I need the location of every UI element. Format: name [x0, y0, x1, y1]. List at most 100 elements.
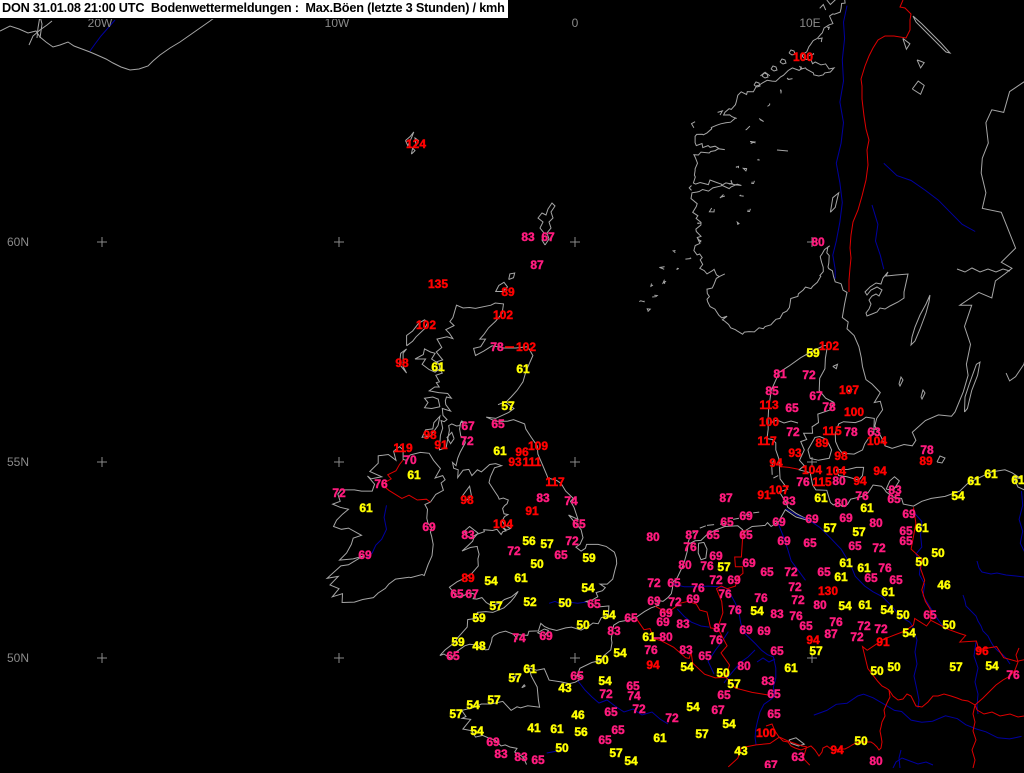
svg-text:87: 87 [719, 491, 733, 505]
svg-text:65: 65 [604, 705, 618, 719]
svg-text:94: 94 [853, 474, 867, 488]
svg-text:85: 85 [765, 384, 779, 398]
svg-text:96: 96 [975, 644, 989, 658]
svg-text:63: 63 [791, 750, 805, 764]
svg-text:72: 72 [565, 534, 579, 548]
svg-text:54: 54 [613, 646, 627, 660]
svg-text:72: 72 [599, 687, 613, 701]
svg-text:65: 65 [767, 707, 781, 721]
svg-text:50: 50 [558, 596, 572, 610]
svg-text:91: 91 [525, 504, 539, 518]
svg-text:67: 67 [541, 230, 555, 244]
svg-text:69: 69 [739, 509, 753, 523]
svg-text:76: 76 [644, 643, 658, 657]
svg-text:69: 69 [739, 623, 753, 637]
svg-text:57: 57 [717, 560, 731, 574]
svg-text:65: 65 [667, 576, 681, 590]
svg-text:57: 57 [949, 660, 963, 674]
svg-text:54: 54 [470, 724, 484, 738]
svg-text:67: 67 [711, 703, 725, 717]
svg-text:98: 98 [834, 449, 848, 463]
svg-text:48: 48 [472, 639, 486, 653]
svg-text:61: 61 [967, 474, 981, 488]
svg-text:54: 54 [722, 717, 736, 731]
svg-text:69: 69 [757, 624, 771, 638]
svg-text:87: 87 [824, 627, 838, 641]
svg-text:57: 57 [695, 727, 709, 741]
svg-text:69: 69 [358, 548, 372, 562]
svg-text:100: 100 [844, 405, 864, 419]
svg-text:102: 102 [516, 340, 536, 354]
svg-text:80: 80 [869, 516, 883, 530]
svg-text:56: 56 [522, 534, 536, 548]
svg-text:61: 61 [407, 468, 421, 482]
svg-text:69: 69 [805, 512, 819, 526]
svg-text:57: 57 [487, 693, 501, 707]
svg-text:83: 83 [770, 607, 784, 621]
svg-text:61: 61 [814, 491, 828, 505]
svg-text:65: 65 [817, 565, 831, 579]
svg-text:65: 65 [760, 565, 774, 579]
svg-text:83: 83 [521, 230, 535, 244]
svg-text:50: 50 [931, 546, 945, 560]
svg-text:76: 76 [700, 559, 714, 573]
svg-text:65: 65 [698, 649, 712, 663]
svg-text:65: 65 [887, 492, 901, 506]
svg-text:72: 72 [784, 565, 798, 579]
svg-text:72: 72 [874, 622, 888, 636]
svg-text:72: 72 [709, 573, 723, 587]
svg-text:57: 57 [823, 521, 837, 535]
svg-text:46: 46 [937, 578, 951, 592]
svg-text:94: 94 [769, 456, 783, 470]
svg-text:65: 65 [923, 608, 937, 622]
svg-text:109: 109 [528, 439, 548, 453]
svg-text:100: 100 [793, 50, 813, 64]
svg-text:65: 65 [572, 517, 586, 531]
svg-text:61: 61 [860, 501, 874, 515]
svg-text:100: 100 [759, 415, 779, 429]
svg-text:50: 50 [595, 653, 609, 667]
svg-text:65: 65 [799, 619, 813, 633]
svg-text:46: 46 [571, 708, 585, 722]
svg-text:100: 100 [756, 726, 776, 740]
svg-text:59: 59 [582, 551, 596, 565]
svg-text:61: 61 [493, 444, 507, 458]
svg-text:135: 135 [428, 277, 448, 291]
svg-text:57: 57 [449, 707, 463, 721]
svg-text:94: 94 [646, 658, 660, 672]
svg-text:61: 61 [642, 630, 656, 644]
svg-text:78: 78 [844, 425, 858, 439]
svg-text:80: 80 [737, 659, 751, 673]
svg-text:76: 76 [728, 603, 742, 617]
svg-text:56: 56 [574, 725, 588, 739]
svg-text:76: 76 [709, 633, 723, 647]
svg-text:61: 61 [984, 467, 998, 481]
svg-text:61: 61 [516, 362, 530, 376]
svg-text:65: 65 [848, 539, 862, 553]
svg-text:91: 91 [757, 488, 771, 502]
svg-text:67: 67 [764, 758, 778, 768]
svg-text:50: 50 [576, 618, 590, 632]
svg-text:61: 61 [550, 722, 564, 736]
svg-text:69: 69 [777, 534, 791, 548]
svg-text:69: 69 [686, 592, 700, 606]
svg-text:61: 61 [915, 521, 929, 535]
svg-text:50: 50 [870, 664, 884, 678]
svg-text:80: 80 [646, 530, 660, 544]
svg-text:72: 72 [850, 630, 864, 644]
svg-text:94: 94 [830, 743, 844, 757]
svg-text:65: 65 [570, 669, 584, 683]
svg-text:43: 43 [558, 681, 572, 695]
svg-text:89: 89 [501, 285, 515, 299]
svg-text:98: 98 [460, 493, 474, 507]
svg-text:76: 76 [1006, 668, 1020, 682]
svg-text:91: 91 [434, 438, 448, 452]
svg-text:0: 0 [572, 16, 579, 30]
svg-text:54: 54 [624, 754, 638, 768]
svg-text:50: 50 [887, 660, 901, 674]
svg-text:89: 89 [815, 436, 829, 450]
svg-text:83: 83 [782, 494, 796, 508]
svg-text:93: 93 [508, 455, 522, 469]
svg-text:61: 61 [857, 561, 871, 575]
svg-text:54: 54 [602, 608, 616, 622]
